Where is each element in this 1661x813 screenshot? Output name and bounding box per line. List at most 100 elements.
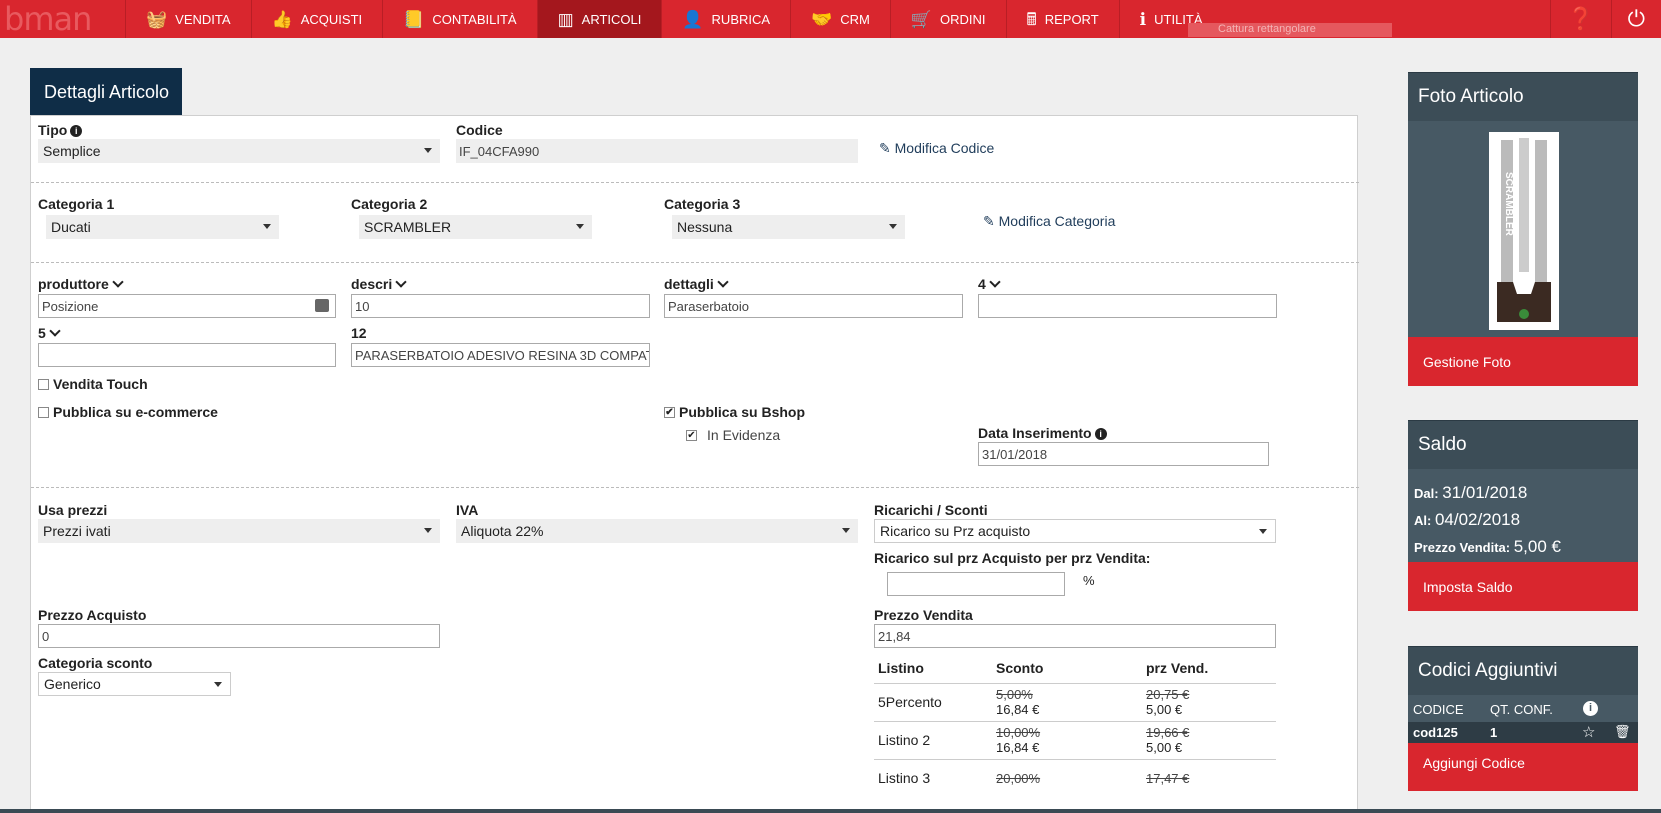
prezzo-value: 5,00 € [1513, 537, 1561, 556]
table-row[interactable]: 5Percento 5,00% 16,84 € 20,75 €5,00 € [874, 682, 1276, 721]
help-button[interactable]: ❓ [1550, 0, 1610, 38]
produttore-label-text: produttore [38, 276, 109, 292]
sconto-cell: 10,00% 16,84 € [992, 720, 1142, 759]
table-header: Listino Sconto prz Vend. [874, 653, 1276, 683]
pencil-icon: ✎ [879, 140, 895, 156]
trash-icon[interactable]: 🗑 [1614, 724, 1631, 740]
field5-label[interactable]: 5 [38, 325, 61, 341]
pubblica-bshop-checkbox[interactable]: ✔ Pubblica su Bshop [664, 404, 805, 420]
help-icon: ❓ [1567, 6, 1595, 31]
categoria-sconto-select[interactable]: Generico [38, 672, 231, 696]
cat1-select[interactable]: Ducati [46, 215, 279, 239]
col-sconto: Sconto [996, 659, 1044, 676]
cat1-value: Ducati [51, 219, 91, 235]
logout-button[interactable]: ⏻ [1610, 0, 1661, 38]
data-inserimento-input[interactable]: 31/01/2018 [978, 442, 1269, 466]
checkbox-box[interactable] [38, 378, 49, 390]
modifica-categoria-text: Modifica Categoria [998, 213, 1116, 229]
dettagli-input[interactable]: Paraserbatoio [664, 294, 963, 318]
codice-field[interactable]: IF_04CFA990 [456, 139, 858, 163]
col-listino: Listino [878, 659, 924, 676]
power-icon: ⏻ [1627, 6, 1645, 31]
descri-label[interactable]: descri [351, 276, 407, 292]
iva-select[interactable]: Aliquota 22% [456, 519, 858, 543]
in-evidenza-checkbox[interactable]: ✔ In Evidenza [686, 427, 780, 443]
table-row[interactable]: Listino 2 10,00% 16,84 € 19,66 €5,00 € [874, 720, 1276, 759]
field4-label[interactable]: 4 [978, 276, 1001, 292]
aggiungi-codice-button[interactable]: Aggiungi Codice [1408, 743, 1638, 791]
prezzo-vendita-label: Prezzo Vendita [874, 607, 973, 623]
prz-cell: 17,47 € [1142, 758, 1276, 797]
modifica-codice-link[interactable]: ✎ Modifica Codice [879, 140, 994, 157]
nav-label: CRM [840, 11, 870, 27]
keyboard-icon[interactable] [315, 299, 329, 312]
app-logo[interactable]: bman [0, 0, 125, 38]
vendita-touch-label: Vendita Touch [53, 376, 148, 392]
data-inserimento-label: Data Inserimento i [978, 425, 1107, 441]
info-icon[interactable]: i [1583, 701, 1598, 716]
field4-input[interactable] [978, 294, 1277, 318]
pubblica-ecommerce-checkbox[interactable]: Pubblica su e-commerce [38, 404, 218, 420]
star-icon[interactable]: ☆ [1582, 723, 1595, 741]
info-icon[interactable]: i [70, 125, 83, 137]
sconto-cell: 20,00% [992, 758, 1142, 797]
nav-contabilita[interactable]: 📒 CONTABILITÀ [382, 0, 536, 38]
table-row[interactable]: Listino 3 20,00% 17,47 € [874, 758, 1276, 797]
section-campi: produttore Posizione descri 10 dettagli … [31, 263, 1359, 488]
tipo-select[interactable]: Semplice [38, 139, 440, 163]
nav-articoli[interactable]: ▥ ARTICOLI [536, 0, 662, 38]
top-navbar: bman 🧺 VENDITA 👍 ACQUISTI 📒 CONTABILITÀ ▥ AR… [0, 0, 1661, 38]
ricarico-input[interactable] [887, 572, 1065, 596]
chevron-down-icon [263, 224, 271, 229]
ricarichi-select[interactable]: Ricarico su Prz acquisto [874, 519, 1276, 543]
iva-value: Aliquota 22% [461, 523, 544, 539]
prezzo-vendita-input[interactable]: 21,84 [874, 624, 1276, 648]
col-prz: prz Vend. [1146, 659, 1209, 676]
info-icon[interactable]: i [1094, 428, 1107, 440]
nav-label: ACQUISTI [300, 11, 363, 27]
ricarichi-value: Ricarico su Prz acquisto [880, 523, 1031, 539]
field4-label-text: 4 [978, 276, 986, 292]
checkbox-box[interactable]: ✔ [686, 429, 697, 441]
vendita-touch-checkbox[interactable]: Vendita Touch [38, 376, 148, 392]
prezzo-acquisto-input[interactable]: 0 [38, 624, 440, 648]
categoria-sconto-value: Generico [44, 676, 101, 692]
nav-crm[interactable]: 🤝 CRM [790, 0, 890, 38]
modifica-categoria-link[interactable]: ✎ Modifica Categoria [983, 213, 1115, 230]
cat3-value: Nessuna [677, 219, 733, 235]
imposta-saldo-button[interactable]: Imposta Saldo [1408, 562, 1638, 611]
dettagli-label-text: dettagli [664, 276, 714, 292]
usa-prezzi-select[interactable]: Prezzi ivati [38, 519, 440, 543]
nav-label: CONTABILITÀ [432, 11, 517, 27]
nav-vendita[interactable]: 🧺 VENDITA [125, 0, 251, 38]
cat3-select[interactable]: Nessuna [672, 215, 905, 239]
pencil-icon: ✎ [983, 213, 999, 229]
product-photo[interactable]: SCRAMBLER [1489, 132, 1559, 330]
dettagli-label[interactable]: dettagli [664, 276, 729, 292]
prz-cell: 20,75 €5,00 € [1142, 682, 1276, 721]
usa-prezzi-label: Usa prezzi [38, 502, 108, 518]
nav-report[interactable]: 🖩 REPORT [1005, 0, 1119, 38]
chevron-down-icon [112, 276, 124, 288]
data-inserimento-label-text: Data Inserimento [978, 425, 1092, 441]
field12-label: 12 [351, 325, 367, 341]
saldo-title: Saldo [1408, 420, 1638, 469]
nav-rubrica[interactable]: 👤 RUBRICA [661, 0, 790, 38]
section-categorie: Categoria 1 Ducati Categoria 2 SCRAMBLER… [31, 183, 1359, 263]
field5-input[interactable] [38, 343, 336, 367]
produttore-input[interactable]: Posizione [38, 294, 336, 318]
main-nav: 🧺 VENDITA 👍 ACQUISTI 📒 CONTABILITÀ ▥ ARTICOL… [125, 0, 1223, 38]
cat2-select[interactable]: SCRAMBLER [359, 215, 592, 239]
table-row[interactable]: cod125 1 ☆ 🗑 [1408, 722, 1638, 743]
nav-acquisti[interactable]: 👍 ACQUISTI [250, 0, 383, 38]
field12-input[interactable]: PARASERBATOIO ADESIVO RESINA 3D COMPATIB [351, 343, 650, 367]
checkbox-box[interactable]: ✔ [664, 406, 675, 418]
nav-ordini[interactable]: 🛒 ORDINI [889, 0, 1006, 38]
checkbox-box[interactable] [38, 406, 49, 418]
gestione-foto-button[interactable]: Gestione Foto [1408, 337, 1638, 386]
capture-hint: Cattura rettangolare [1188, 23, 1392, 37]
produttore-label[interactable]: produttore [38, 276, 124, 292]
percent-label: % [1083, 573, 1095, 588]
ricarichi-label: Ricarichi / Sconti [874, 502, 988, 518]
descri-input[interactable]: 10 [351, 294, 650, 318]
